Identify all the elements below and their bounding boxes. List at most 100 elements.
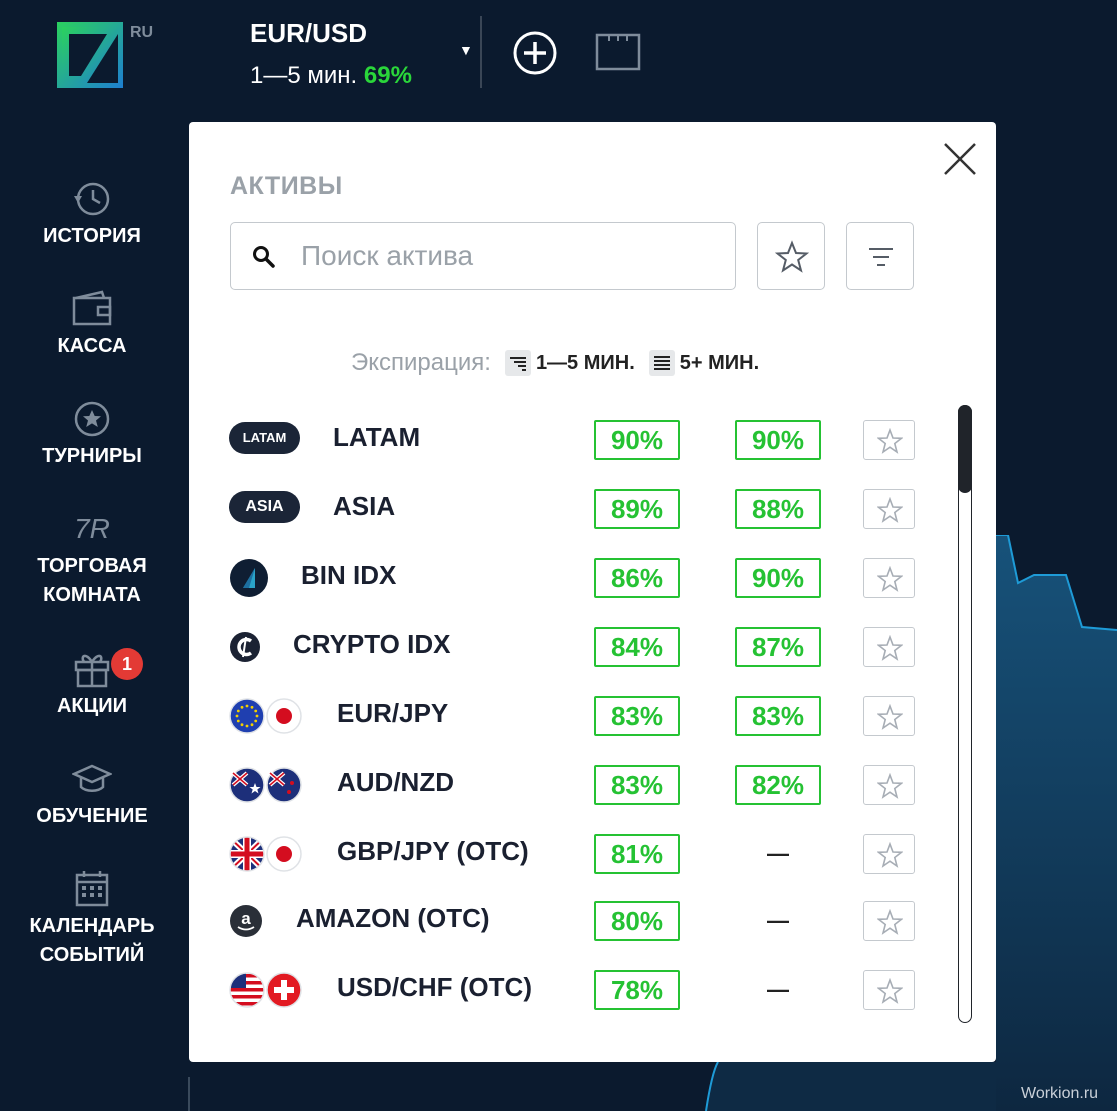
sidebar-item-education[interactable]: ОБУЧЕНИЕ [0,760,184,831]
sidebar-item-label: АКЦИИ [56,695,127,717]
sidebar-item-label: ТУРНИРЫ [42,445,142,467]
asset-name: BIN IDX [301,560,397,590]
sidebar-item-label: КАССА [57,335,127,357]
chart-layout-button[interactable] [595,33,641,71]
sidebar-item-promotions[interactable]: АКЦИИ [0,650,184,721]
sidebar-item-label: ИСТОРИЯ [43,225,141,247]
sidebar-item-calendar[interactable]: КАЛЕНДАРЬ СОБЫТИЙ [0,870,184,970]
search-icon [253,246,275,268]
latam-pill: LATAM [229,422,300,454]
asset-row[interactable]: EUR/JPY 83% 83% [189,696,949,756]
close-icon[interactable] [941,140,979,178]
scrollbar-track[interactable] [958,405,972,1023]
asset-row[interactable]: BIN IDX 86% 90% [189,558,949,618]
sidebar-item-label: ОБУЧЕНИЕ [36,805,148,827]
asset-name: AMAZON (OTC) [296,903,490,933]
payout-short: 81% [594,834,680,874]
favorite-button[interactable] [863,420,915,460]
payout-long: 90% [735,420,821,460]
scrollbar-thumb[interactable] [958,405,972,493]
watermark: Workion.ru [1021,1085,1099,1102]
favorites-filter-button[interactable] [757,222,825,290]
asset-name: GBP/JPY (OTC) [337,836,529,866]
amazon-icon: a [230,905,262,937]
search-input[interactable] [301,237,721,275]
asset-row[interactable]: LATAM LATAM 90% 90% [189,420,949,480]
asset-name: USD/CHF (OTC) [337,972,532,1002]
search-field[interactable] [230,222,736,290]
star-icon [775,240,809,273]
payout-short: 83% [594,696,680,736]
asia-pill: ASIA [229,491,300,523]
star-icon [877,704,903,730]
asset-row[interactable]: ASIA ASIA 89% 88% [189,489,949,549]
payout-short: 89% [594,489,680,529]
asset-row[interactable]: CRYPTO IDX 84% 87% [189,627,949,687]
sidebar-item-label-line2: СОБЫТИЙ [39,944,145,966]
star-icon [877,909,903,935]
asset-row[interactable]: GBP/JPY (OTC) 81% — [189,834,949,894]
price-chart-fragment [996,535,1117,1111]
sidebar-item-label-line1: КАЛЕНДАРЬ [29,915,155,937]
payout-long: — [767,908,789,933]
favorite-button[interactable] [863,970,915,1010]
current-asset-duration: 1—5 мин. [250,62,358,89]
expiry-short-label: 1—5 МИН. [535,351,635,374]
expiry-label: Экспирация: [351,349,491,376]
expiry-long-label: 5+ МИН. [679,351,760,374]
current-asset-name: EUR/USD [250,18,368,48]
gift-icon [74,654,110,688]
star-icon [877,566,903,592]
payout-long: 87% [735,627,821,667]
gb-jp-flags-icon [229,836,302,872]
star-icon [877,428,903,454]
current-asset-payout: 69% [363,62,412,89]
sidebar-item-cashier[interactable]: КАССА [0,290,184,361]
history-icon [74,182,110,216]
sidebar-item-label-line2: КОМНАТА [43,584,141,606]
asset-row[interactable]: AUD/NZD 83% 82% [189,765,949,825]
sidebar-item-history[interactable]: ИСТОРИЯ [0,180,184,251]
asset-name: AUD/NZD [337,767,454,797]
asset-name: EUR/JPY [337,698,449,728]
star-icon [877,978,903,1004]
add-asset-button[interactable] [512,30,558,76]
star-icon [877,635,903,661]
expiry-legend: Экспирация: 1—5 МИН. 5+ МИН. [351,348,773,378]
favorite-button[interactable] [863,627,915,667]
payout-short: 86% [594,558,680,598]
asset-row[interactable]: a AMAZON (OTC) 80% — [189,901,949,961]
favorite-button[interactable] [863,901,915,941]
short-expiry-icon [504,350,531,376]
assets-modal: АКТИВЫ Экспирация: 1—5 МИН. [189,122,996,1062]
sort-button[interactable] [846,222,914,290]
payout-long: 88% [735,489,821,529]
favorite-button[interactable] [863,696,915,736]
payout-long: 90% [735,558,821,598]
favorite-button[interactable] [863,834,915,874]
payout-long: — [767,977,789,1002]
expiry-long-legend: 5+ МИН. [648,350,760,376]
star-circle-icon [74,401,110,437]
logo[interactable] [57,22,123,88]
payout-short: 83% [594,765,680,805]
asset-selector[interactable]: EUR/USD 1—5 мин. 69% ▼ [250,16,480,89]
expiry-short-legend: 1—5 МИН. [504,350,635,376]
favorite-button[interactable] [863,558,915,598]
notification-badge: 1 [111,648,143,680]
asset-row[interactable]: USD/CHF (OTC) 78% — [189,970,949,1030]
star-icon [877,773,903,799]
favorite-button[interactable] [863,765,915,805]
favorite-button[interactable] [863,489,915,529]
toolbar-divider [480,16,482,88]
sidebar-item-tournaments[interactable]: ТУРНИРЫ [0,400,184,471]
payout-short: 78% [594,970,680,1010]
caret-down-icon: ▼ [459,42,473,58]
sort-icon [869,248,893,266]
bin-idx-icon [230,559,268,597]
sidebar-item-trading-room[interactable]: 7R ТОРГОВАЯ КОМНАТА [0,510,184,610]
eu-jp-flags-icon [229,698,302,734]
asset-name: LATAM [333,422,421,452]
svg-text:a: a [241,909,251,928]
star-icon [877,497,903,523]
